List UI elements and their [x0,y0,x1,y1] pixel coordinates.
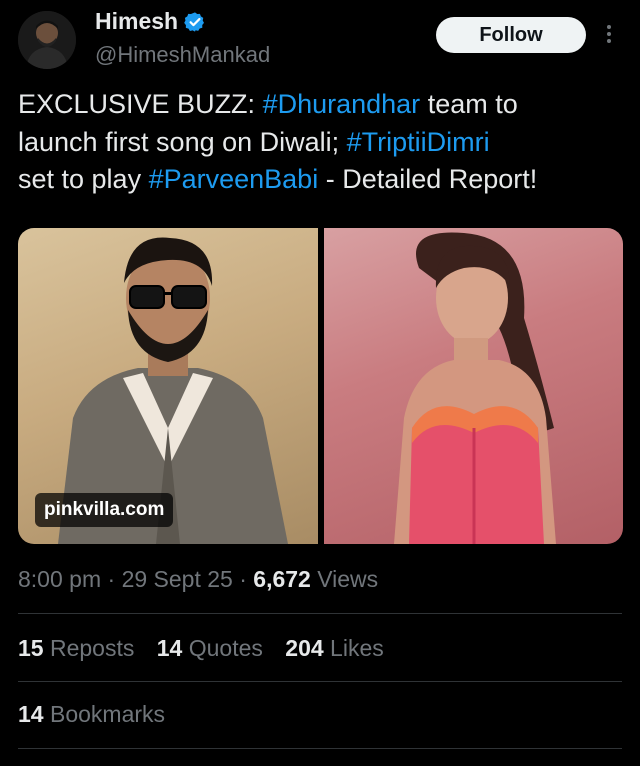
reposts-stat[interactable]: 15 Reposts [18,635,134,662]
quotes-stat[interactable]: 14 Quotes [157,635,263,662]
tweet-date[interactable]: 29 Sept 25 [122,566,233,592]
tweet-meta: 8:00 pm · 29 Sept 25 · 6,672 Views [18,566,378,593]
tweet-text-segment: - Detailed Report! [318,164,538,194]
views-label: Views [310,566,379,592]
hashtag-link[interactable]: #Dhurandhar [263,89,421,119]
tweet-time[interactable]: 8:00 pm [18,566,101,592]
more-options-icon[interactable] [601,22,617,50]
quotes-count: 14 [156,635,183,661]
engagement-stats: 15 Reposts 14 Quotes 204 Likes [18,635,400,662]
author-display-name[interactable]: Himesh [95,8,178,35]
likes-count: 204 [285,635,324,661]
verified-badge-icon [184,11,206,33]
meta-separator: · [101,566,122,592]
avatar[interactable] [18,11,76,69]
divider [18,748,622,749]
bookmarks-stat[interactable]: 14 Bookmarks [18,701,165,728]
tweet-line: EXCLUSIVE BUZZ: #Dhurandhar team to [18,86,628,124]
tweet-header: Himesh @HimeshMankad Follow [0,0,640,78]
likes-stat[interactable]: 204 Likes [285,635,383,662]
reposts-label: Reposts [43,635,135,661]
views-count: 6,672 [253,566,311,592]
follow-button[interactable]: Follow [436,17,586,53]
divider [18,613,622,614]
tweet-text: EXCLUSIVE BUZZ: #Dhurandhar team to laun… [18,86,628,199]
hashtag-link[interactable]: #ParveenBabi [149,164,319,194]
meta-separator: · [232,566,254,592]
tweet-text-segment: team to [420,89,518,119]
media-photo-right[interactable] [324,228,623,544]
divider [18,681,622,682]
bookmarks-label: Bookmarks [43,701,166,727]
reposts-count: 15 [18,635,44,661]
tweet-line: set to play #ParveenBabi - Detailed Repo… [18,161,628,199]
tweet-text-segment: set to play [18,164,149,194]
tweet-text-segment: EXCLUSIVE BUZZ: [18,89,263,119]
quotes-label: Quotes [182,635,263,661]
tweet-text-segment: launch first song on Diwali; [18,126,347,157]
author-handle[interactable]: @HimeshMankad [95,42,270,68]
likes-label: Likes [323,635,384,661]
bookmarks-count: 14 [18,701,44,727]
hashtag-link[interactable]: #TriptiiDimri [347,127,490,157]
tweet-line: launch first song on Diwali; #TriptiiDim… [18,124,628,162]
media-source-badge: pinkvilla.com [35,493,174,527]
